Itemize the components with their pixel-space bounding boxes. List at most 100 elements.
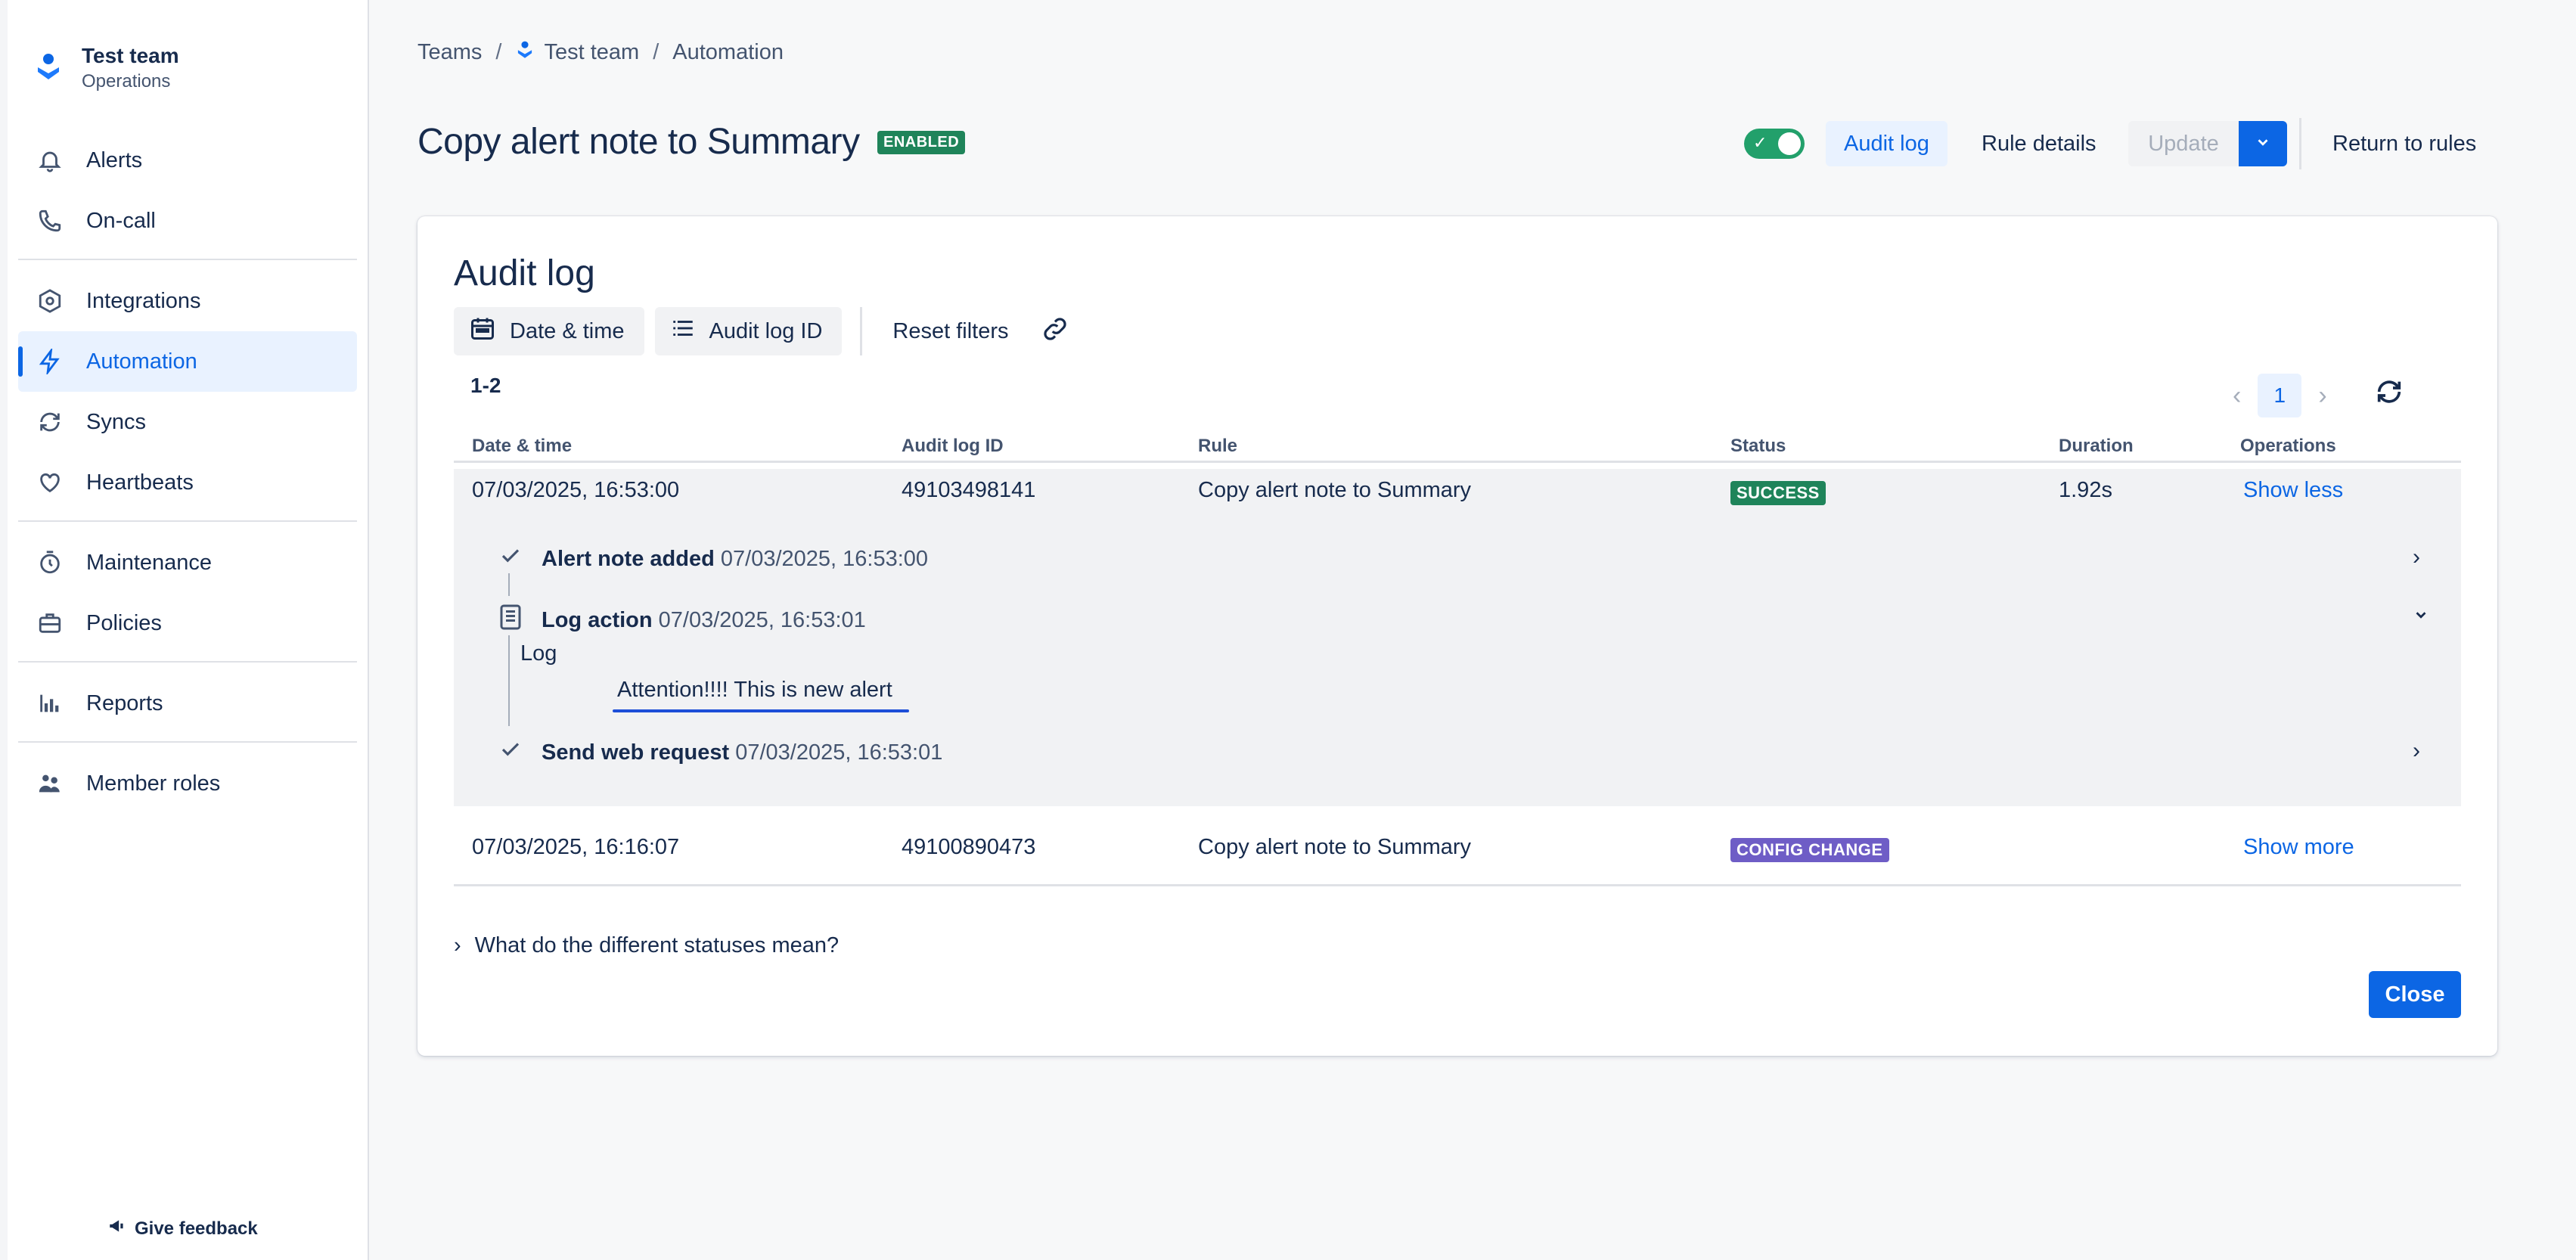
breadcrumb-separator: / (495, 39, 502, 64)
show-less-link[interactable]: Show less (2243, 478, 2343, 503)
statuses-help-label: What do the different statuses mean? (474, 933, 840, 957)
step-time: 07/03/2025, 16:53:01 (735, 740, 943, 765)
people-icon (35, 768, 65, 799)
stopwatch-icon (35, 548, 65, 578)
sidebar-divider (18, 520, 357, 522)
step-time: 07/03/2025, 16:53:01 (658, 607, 866, 632)
breadcrumb: Teams / Test team / Automation (417, 39, 784, 65)
step-title: Send web request (542, 740, 730, 765)
refresh-icon[interactable] (2374, 377, 2404, 414)
statuses-help-toggle[interactable]: › What do the different statuses mean? (454, 933, 839, 958)
phone-icon (35, 206, 65, 236)
results-range: 1-2 (470, 374, 501, 397)
give-feedback-label: Give feedback (135, 1218, 258, 1239)
rule-details-button[interactable]: Rule details (1963, 121, 2115, 166)
table-row: 07/03/2025, 16:53:00 49103498141 Copy al… (454, 469, 2461, 806)
filter-bar: Date & time Audit log ID Reset filters (454, 307, 1069, 355)
sidebar-item-label: Policies (86, 610, 162, 635)
row-rule: Copy alert note to Summary (1198, 478, 1472, 502)
chevron-right-icon[interactable]: › (2318, 381, 2326, 411)
chevron-down-icon[interactable] (2413, 604, 2429, 629)
row-date: 07/03/2025, 16:53:00 (472, 478, 680, 502)
log-message: Attention!!!! This is new alert (617, 678, 892, 702)
date-time-filter[interactable]: Date & time (454, 307, 644, 355)
sidebar-item-on-call[interactable]: On-call (18, 191, 357, 251)
step-log-action: Log action 07/03/2025, 16:53:01 (499, 604, 866, 637)
sidebar-item-member-roles[interactable]: Member roles (18, 753, 357, 814)
calendar-icon (469, 315, 496, 348)
enabled-status-badge: ENABLED (877, 131, 966, 154)
reset-filters-button[interactable]: Reset filters (880, 319, 1020, 344)
sidebar-item-label: Reports (86, 691, 163, 715)
column-header: Rule (1198, 436, 1238, 456)
bell-icon (35, 145, 65, 175)
link-icon[interactable] (1041, 315, 1069, 349)
step-time: 07/03/2025, 16:53:00 (720, 546, 929, 571)
rule-enabled-toggle[interactable]: ✓ (1744, 129, 1805, 159)
row-date: 07/03/2025, 16:16:07 (472, 835, 680, 859)
column-header: Audit log ID (902, 436, 1004, 456)
annotation-underline (613, 709, 909, 712)
breadcrumb-team[interactable]: Test team (544, 40, 639, 65)
heart-icon (35, 467, 65, 498)
sidebar-item-label: Heartbeats (86, 470, 194, 495)
sidebar-item-label: Member roles (86, 771, 221, 796)
sidebar-item-label: Syncs (86, 409, 146, 434)
team-logo-icon (515, 39, 535, 65)
timeline-line (508, 635, 510, 726)
timeline-line (508, 573, 510, 596)
page-number[interactable]: 1 (2258, 374, 2302, 417)
check-icon (499, 545, 522, 573)
audit-log-id-filter[interactable]: Audit log ID (654, 307, 843, 355)
show-more-link[interactable]: Show more (2243, 835, 2354, 860)
sidebar-item-integrations[interactable]: Integrations (18, 271, 357, 331)
audit-log-title: Audit log (454, 253, 595, 293)
chevron-right-icon: › (454, 933, 461, 957)
sidebar-item-alerts[interactable]: Alerts (18, 130, 357, 191)
team-subtitle: Operations (82, 71, 171, 92)
audit-log-button[interactable]: Audit log (1826, 121, 1948, 166)
team-name: Test team (82, 44, 179, 67)
audit-log-id-filter-label: Audit log ID (709, 318, 823, 343)
sidebar-item-heartbeats[interactable]: Heartbeats (18, 452, 357, 513)
step-alert-note-added: Alert note added 07/03/2025, 16:53:00 (499, 545, 928, 573)
sidebar-item-syncs[interactable]: Syncs (18, 392, 357, 452)
close-button[interactable]: Close (2369, 971, 2461, 1018)
sidebar: Test team Operations Alerts On-call Inte… (0, 0, 369, 1260)
step-title: Log action (542, 607, 653, 632)
step-send-web-request: Send web request 07/03/2025, 16:53:01 (499, 738, 942, 767)
check-icon (499, 738, 522, 767)
row-duration: 1.92s (2059, 478, 2112, 502)
column-header: Duration (2059, 436, 2134, 456)
sync-icon (35, 407, 65, 437)
team-header[interactable]: Test team Operations (33, 44, 179, 92)
audit-log-panel: Audit log Date & time Audit log ID Reset… (417, 216, 2497, 1056)
chevron-down-icon (2255, 132, 2271, 157)
megaphone-icon (107, 1216, 127, 1241)
return-to-rules-button[interactable]: Return to rules (2314, 121, 2494, 166)
chevron-right-icon[interactable]: › (2413, 545, 2420, 570)
give-feedback-link[interactable]: Give feedback (107, 1216, 258, 1241)
column-header: Date & time (472, 436, 573, 456)
row-id: 49103498141 (902, 478, 1036, 502)
breadcrumb-automation[interactable]: Automation (672, 40, 784, 65)
date-time-filter-label: Date & time (510, 318, 625, 343)
update-dropdown-button[interactable] (2239, 121, 2287, 166)
chevron-left-icon[interactable]: ‹ (2233, 381, 2241, 411)
sidebar-divider (18, 741, 357, 743)
pagination: ‹ 1 › (2233, 374, 2404, 417)
update-button[interactable]: Update (2128, 121, 2239, 166)
sidebar-item-label: Maintenance (86, 550, 213, 575)
sidebar-item-maintenance[interactable]: Maintenance (18, 532, 357, 593)
bolt-icon (35, 346, 65, 377)
breadcrumb-teams[interactable]: Teams (417, 40, 482, 65)
document-icon (499, 604, 522, 637)
sidebar-item-automation[interactable]: Automation (18, 331, 357, 392)
chevron-right-icon[interactable]: › (2413, 738, 2420, 764)
sidebar-item-label: Alerts (86, 147, 143, 172)
sidebar-item-reports[interactable]: Reports (18, 673, 357, 734)
sidebar-item-policies[interactable]: Policies (18, 593, 357, 653)
sidebar-divider (18, 259, 357, 260)
column-header: Operations (2240, 436, 2336, 456)
row-id: 49100890473 (902, 835, 1036, 859)
